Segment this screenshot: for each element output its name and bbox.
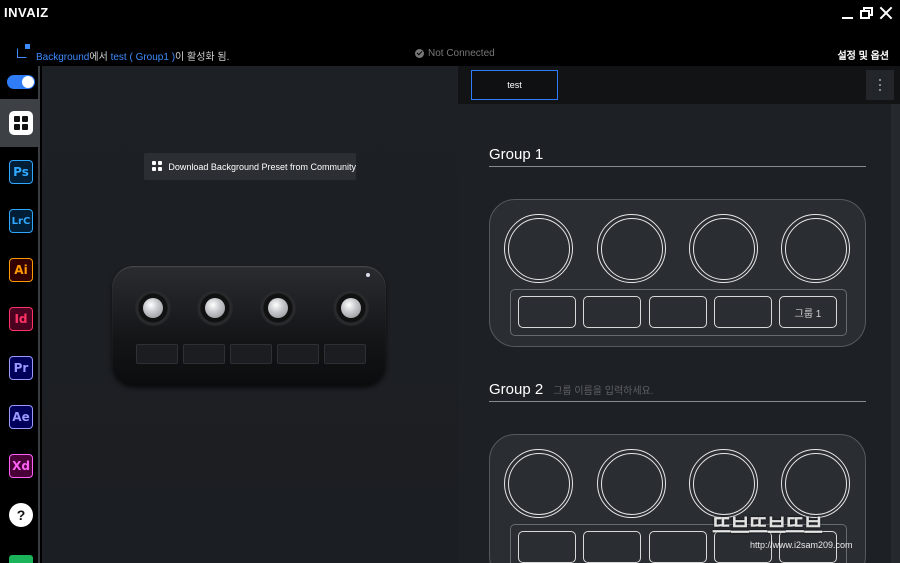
download-preset-button[interactable]: Download Background Preset from Communit… [144,153,356,180]
divider [489,401,866,402]
device-led [366,273,370,277]
sidebar-item-lightroom-classic[interactable]: LrC [0,197,40,245]
device-key [324,344,366,364]
key-slot[interactable]: 그룹 1 [779,296,837,328]
sidebar-item-photoshop[interactable]: Ps [0,148,40,196]
scrollbar[interactable] [891,104,900,563]
device-knob [260,290,296,326]
device-key [136,344,178,364]
title-bar: INVAIZ [0,0,900,40]
settings-button[interactable]: 설정 및 옵션 [837,47,889,62]
knob-slot[interactable] [597,449,666,518]
key-slot[interactable] [583,296,641,328]
external-link-icon [17,44,30,58]
connection-label: Not Connected [428,48,495,59]
group-name: Group 1 [489,146,544,163]
brand-logo: INVAIZ [4,5,49,20]
tab-test[interactable]: test [471,70,558,100]
key-slot[interactable] [583,531,641,563]
status-bar: Background에서 test ( Group1 )이 활성화 됨. Not… [0,40,900,66]
knob-slot[interactable] [504,214,573,283]
divider [489,166,866,167]
group-name-placeholder[interactable]: 그룹 이름을 입력하세요. [553,386,653,397]
dot-icon [879,89,881,91]
status-preset: test ( Group1 ) [110,52,176,63]
tab-bar: test [458,66,900,104]
device-knob [135,290,171,326]
device-key [230,344,272,364]
check-circle-icon [415,49,424,58]
more-options-button[interactable] [866,70,894,100]
dot-icon [879,79,881,81]
sidebar-item-green-app[interactable] [0,533,40,563]
illustrator-icon: Ai [9,258,33,282]
device-preview-pane: Download Background Preset from Communit… [42,66,458,563]
grid-icon [152,161,162,172]
device-key [183,344,225,364]
download-preset-label: Download Background Preset from Communit… [168,161,356,172]
connection-status: Not Connected [415,48,495,59]
sidebar-item-clip-studio[interactable]: ? [0,491,40,539]
knob-slot[interactable] [781,449,850,518]
clip-studio-icon: ? [9,503,33,527]
status-text-end: 이 활성화 됨. [175,52,230,63]
close-button[interactable] [879,6,893,20]
green-app-icon [9,555,33,563]
knob-slot[interactable] [689,449,758,518]
sidebar-item-premiere[interactable]: Pr [0,344,40,392]
device-key [277,344,319,364]
status-source: Background [36,52,90,63]
sidebar-item-after-effects[interactable]: Ae [0,393,40,441]
status-text-mid: 에서 [89,52,111,63]
status-message: Background에서 test ( Group1 )이 활성화 됨. [36,48,229,63]
enable-toggle[interactable] [7,75,35,89]
group-layout: 그룹 1 [489,199,866,347]
key-slot[interactable] [518,531,576,563]
knob-slot[interactable] [781,214,850,283]
layout-editor-pane: test Group 1 그룹 1 Group 2 그룹 이름을 입력하세요. [458,66,900,563]
after-effects-icon: Ae [9,405,33,429]
group-title[interactable]: Group 2 그룹 이름을 입력하세요. [489,381,654,398]
watermark-url: http://www.i2sam209.com [750,540,853,550]
sidebar-item-xd[interactable]: Xd [0,442,40,490]
device-knob [197,290,233,326]
key-slot[interactable] [649,531,707,563]
device-knob [333,290,369,326]
key-slot[interactable] [714,296,772,328]
device-image [112,266,386,386]
group-title[interactable]: Group 1 [489,146,543,163]
sidebar-item-indesign[interactable]: Id [0,295,40,343]
photoshop-icon: Ps [9,160,33,184]
maximize-button[interactable] [860,6,874,20]
watermark: 뜨브뜨브뜨브 http://www.i2sam209.com [712,510,890,560]
app-sidebar: Ps LrC Ai Id Pr Ae Xd ? [0,66,40,563]
key-slot[interactable] [518,296,576,328]
key-slot[interactable] [649,296,707,328]
watermark-text: 뜨브뜨브뜨브 [712,514,823,538]
knob-slot[interactable] [689,214,758,283]
group-name: Group 2 [489,381,544,398]
lightroom-classic-icon: LrC [9,209,33,233]
sidebar-item-illustrator[interactable]: Ai [0,246,40,294]
dot-icon [879,84,881,86]
xd-icon: Xd [9,454,33,478]
minimize-button[interactable] [841,6,855,20]
key-row: 그룹 1 [510,289,847,336]
indesign-icon: Id [9,307,33,331]
premiere-icon: Pr [9,356,33,380]
sidebar-item-background[interactable] [0,99,40,147]
knob-slot[interactable] [504,449,573,518]
grid-icon [9,111,33,135]
knob-slot[interactable] [597,214,666,283]
